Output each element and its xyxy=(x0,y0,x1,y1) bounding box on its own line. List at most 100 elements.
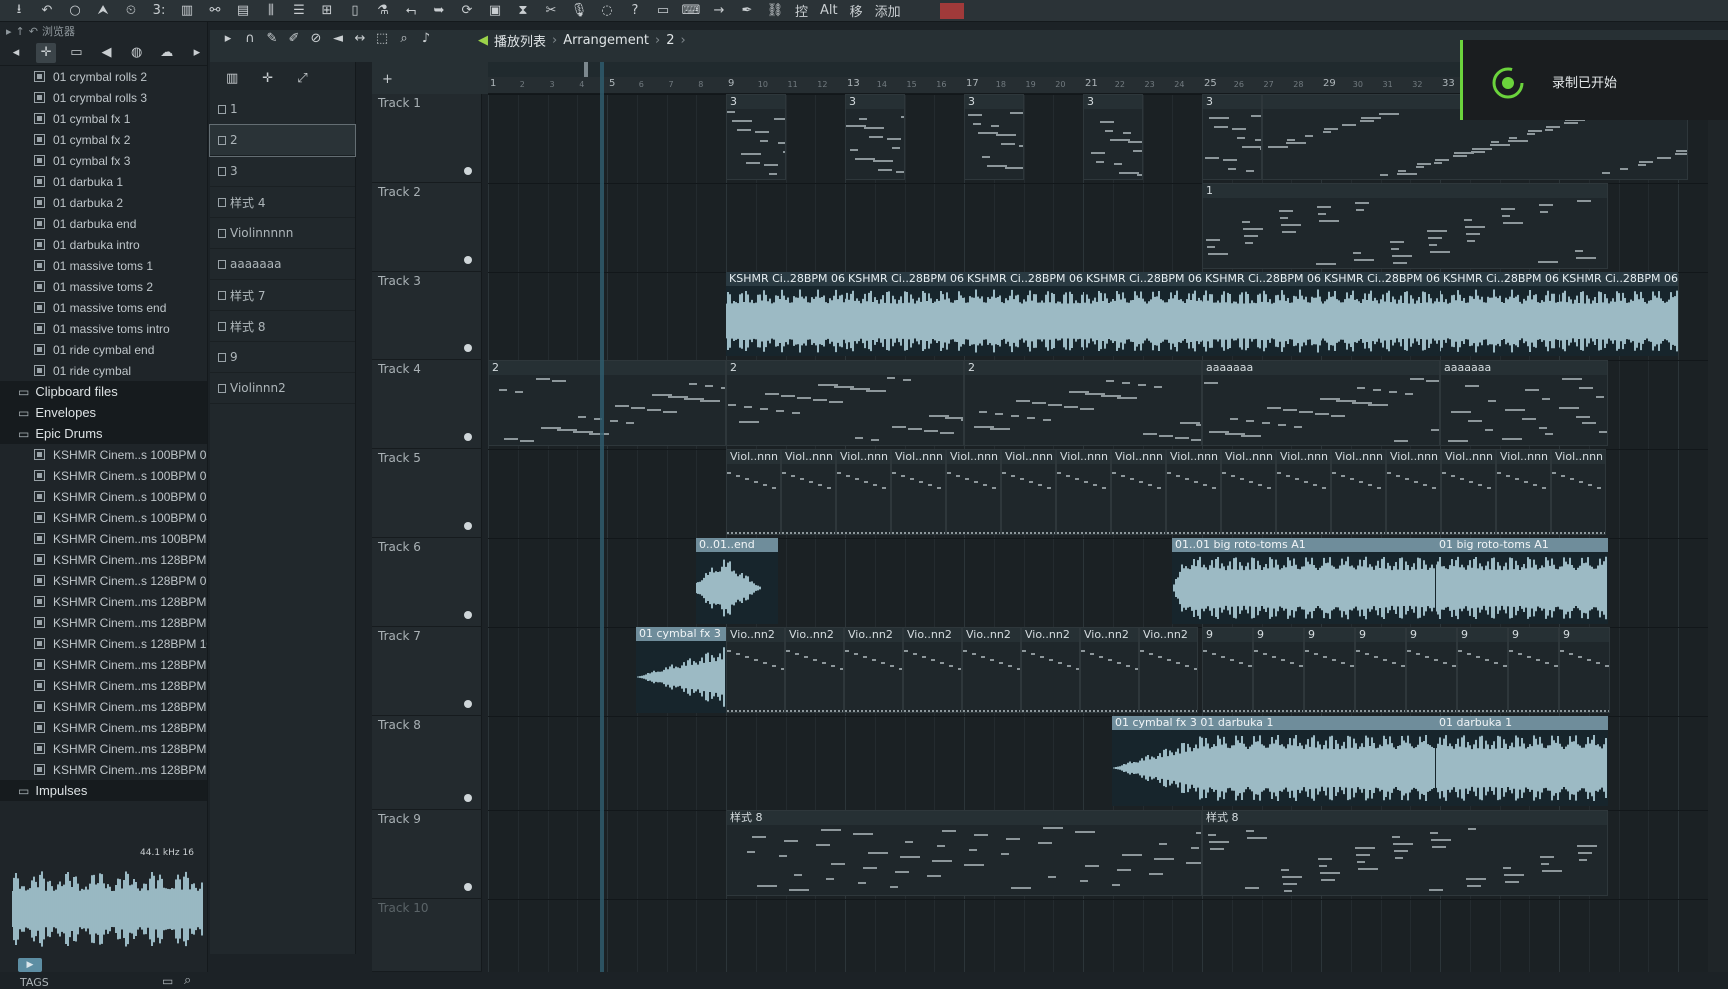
piano-roll-icon[interactable]: ▥ xyxy=(226,71,238,86)
track-led-icon[interactable] xyxy=(464,611,472,619)
mute-icon[interactable]: ◄ xyxy=(330,31,346,46)
pattern-item[interactable]: aaaaaaa xyxy=(210,249,355,280)
loop-icon[interactable]: ⟳ xyxy=(456,1,478,21)
tune-icon[interactable]: ⧗ xyxy=(512,1,534,21)
mixer-icon[interactable]: ⫼ xyxy=(260,1,282,21)
pattern-clip[interactable]: Viol..nnn xyxy=(946,449,1001,535)
browser-file[interactable]: 01 ride cymbal xyxy=(0,360,207,381)
cut-icon[interactable]: ✂ xyxy=(540,1,562,21)
time-icon[interactable]: ⏲ xyxy=(120,1,142,21)
pattern-clip[interactable]: Vio..nn2 xyxy=(903,627,962,713)
pattern-item[interactable]: 3 xyxy=(210,156,355,187)
browser-file[interactable]: KSHMR Cinem..s 128BPM 10★ xyxy=(0,633,207,654)
browser-file[interactable]: 01 darbuka intro xyxy=(0,234,207,255)
browser-file[interactable]: KSHMR Cinem..ms 128BPM 06 xyxy=(0,549,207,570)
pattern-clip[interactable]: Viol..nnn xyxy=(1111,449,1166,535)
pattern-item[interactable]: 样式 4 xyxy=(210,187,355,218)
sample-preview-waveform[interactable] xyxy=(12,870,204,948)
pattern-clip[interactable]: Viol..nnn xyxy=(726,449,781,535)
track-header[interactable]: Track 10 xyxy=(372,899,482,972)
track-led-icon[interactable] xyxy=(464,433,472,441)
playlist-grid[interactable]: 3 3 3 3 3 1 KSHMR Ci..28BPM 06 KSHMR Ci..28BPM … xyxy=(488,94,1708,972)
browser-folder[interactable]: ▭ Epic Drums xyxy=(0,423,207,444)
track-led-icon[interactable] xyxy=(464,883,472,891)
pattern-clip[interactable]: Viol..nnn xyxy=(836,449,891,535)
circle-icon[interactable]: ○ xyxy=(64,1,86,21)
browser-file[interactable]: 01 cymbal fx 2 xyxy=(0,129,207,150)
arrangement-name[interactable]: Arrangement xyxy=(563,33,649,48)
track-header[interactable]: Track 1 xyxy=(372,94,482,183)
cloud-tab-icon[interactable]: ☁ xyxy=(157,43,177,63)
pattern-clip[interactable]: 1 xyxy=(1202,183,1608,269)
globe-tab-icon[interactable]: ◍ xyxy=(127,43,147,63)
pencil-icon[interactable]: ✎ xyxy=(264,31,280,46)
pattern-clip[interactable]: Vio..nn2 xyxy=(1139,627,1198,713)
pattern-clip[interactable]: Viol..nnn xyxy=(1276,449,1331,535)
pattern-clip[interactable]: Vio..nn2 xyxy=(1021,627,1080,713)
snap-icon[interactable]: ▥ xyxy=(176,1,198,21)
pattern-clip[interactable]: Viol..nnn xyxy=(1551,449,1606,535)
pattern-clip[interactable]: KSHMR Ci..28BPM 06 xyxy=(726,272,845,356)
pattern-item[interactable]: 样式 8 xyxy=(210,311,355,342)
pattern-clip[interactable]: 2 xyxy=(964,360,1202,446)
browser-file[interactable]: 01 massive toms 1 xyxy=(0,255,207,276)
file-icon[interactable]: ▯ xyxy=(344,1,366,21)
pattern-item[interactable]: 1 xyxy=(210,94,355,125)
browser-file[interactable]: 01 massive toms end xyxy=(0,297,207,318)
toolbar-move-button[interactable]: 移 xyxy=(847,1,866,21)
plugin-icon[interactable]: ⊞ xyxy=(316,1,338,21)
pattern-clip[interactable]: KSHMR Ci..28BPM 06 xyxy=(1440,272,1559,356)
track-header[interactable]: Track 3 xyxy=(372,272,482,360)
pattern-clip[interactable]: Viol..nnn xyxy=(1496,449,1551,535)
pattern-clip[interactable]: 3 xyxy=(1083,94,1143,180)
browser-file[interactable]: KSHMR Cinem..s 128BPM 07★ xyxy=(0,570,207,591)
help-icon[interactable]: ? xyxy=(624,1,646,21)
pattern-clip[interactable]: Viol..nnn xyxy=(1221,449,1276,535)
audio-clip[interactable]: 01 cymbal fx 3 xyxy=(636,627,726,713)
browser-file[interactable]: 01 cymbal fx 3 xyxy=(0,150,207,171)
track-header[interactable]: Track 7 xyxy=(372,627,482,716)
track-led-icon[interactable] xyxy=(464,794,472,802)
window-icon[interactable]: ▭ xyxy=(652,1,674,21)
chat-icon[interactable]: ◌ xyxy=(596,1,618,21)
track-header[interactable]: Track 2 xyxy=(372,183,482,272)
download-icon[interactable]: ⭳ xyxy=(8,1,30,21)
pattern-clip[interactable]: Vio..nn2 xyxy=(785,627,844,713)
playlist-label[interactable]: 播放列表 xyxy=(494,31,546,50)
back-icon[interactable]: ↶ xyxy=(29,25,38,38)
arrangement-pattern[interactable]: 2 xyxy=(666,33,674,48)
zoom-icon[interactable]: ⌕ xyxy=(396,31,412,46)
channel-icon[interactable]: ☰ xyxy=(288,1,310,21)
audio-clip[interactable]: 01 darbuka 1 xyxy=(1436,716,1608,806)
pattern-clip[interactable]: Viol..nnn xyxy=(781,449,836,535)
browser-file[interactable]: KSHMR Cinem..s 100BPM 03 xyxy=(0,486,207,507)
pattern-clip[interactable]: 2 xyxy=(488,360,726,446)
browser-file[interactable]: 01 crymbal rolls 3 xyxy=(0,87,207,108)
delete-icon[interactable]: ⊘ xyxy=(308,31,324,46)
pattern-clip[interactable]: aaaaaaa xyxy=(1202,360,1440,446)
search-icon[interactable]: ⌕ xyxy=(184,973,191,988)
browser-file[interactable]: 01 darbuka 2 xyxy=(0,192,207,213)
browser-file[interactable]: KSHMR Cinem..ms 128BPM 08 xyxy=(0,591,207,612)
pattern-clip[interactable]: 3 xyxy=(726,94,786,180)
browser-file[interactable]: KSHMR Cinem..s 100BPM 04★ xyxy=(0,507,207,528)
browser-file[interactable]: 01 massive toms intro xyxy=(0,318,207,339)
pattern-clip[interactable]: Vio..nn2 xyxy=(844,627,903,713)
pattern-clip[interactable]: KSHMR Ci..28BPM 06 xyxy=(964,272,1083,356)
next-icon[interactable]: → xyxy=(708,1,730,21)
pattern-item[interactable]: 样式 7 xyxy=(210,280,355,311)
pattern-clip[interactable]: Vio..nn2 xyxy=(726,627,785,713)
pattern-clip[interactable]: Vio..nn2 xyxy=(1080,627,1139,713)
track-led-icon[interactable] xyxy=(464,522,472,530)
pattern-clip[interactable]: 3 xyxy=(845,94,905,180)
pattern-clip[interactable]: 样式 8 xyxy=(1202,810,1608,896)
pattern-clip[interactable]: Viol..nnn xyxy=(891,449,946,535)
brush-icon[interactable]: ⚗ xyxy=(372,1,394,21)
browser-file[interactable]: 01 ride cymbal end xyxy=(0,339,207,360)
browser-file[interactable]: KSHMR Cinem..ms 128BPM 09 xyxy=(0,612,207,633)
link-icon[interactable]: ⚯ xyxy=(204,1,226,21)
toolbar-alt-button[interactable]: Alt xyxy=(817,1,841,21)
pattern-item[interactable]: 9 xyxy=(210,342,355,373)
collapse-icon[interactable]: ▸ xyxy=(6,25,12,38)
browser-file[interactable]: KSHMR Cinem..ms 128BPM 11 xyxy=(0,654,207,675)
